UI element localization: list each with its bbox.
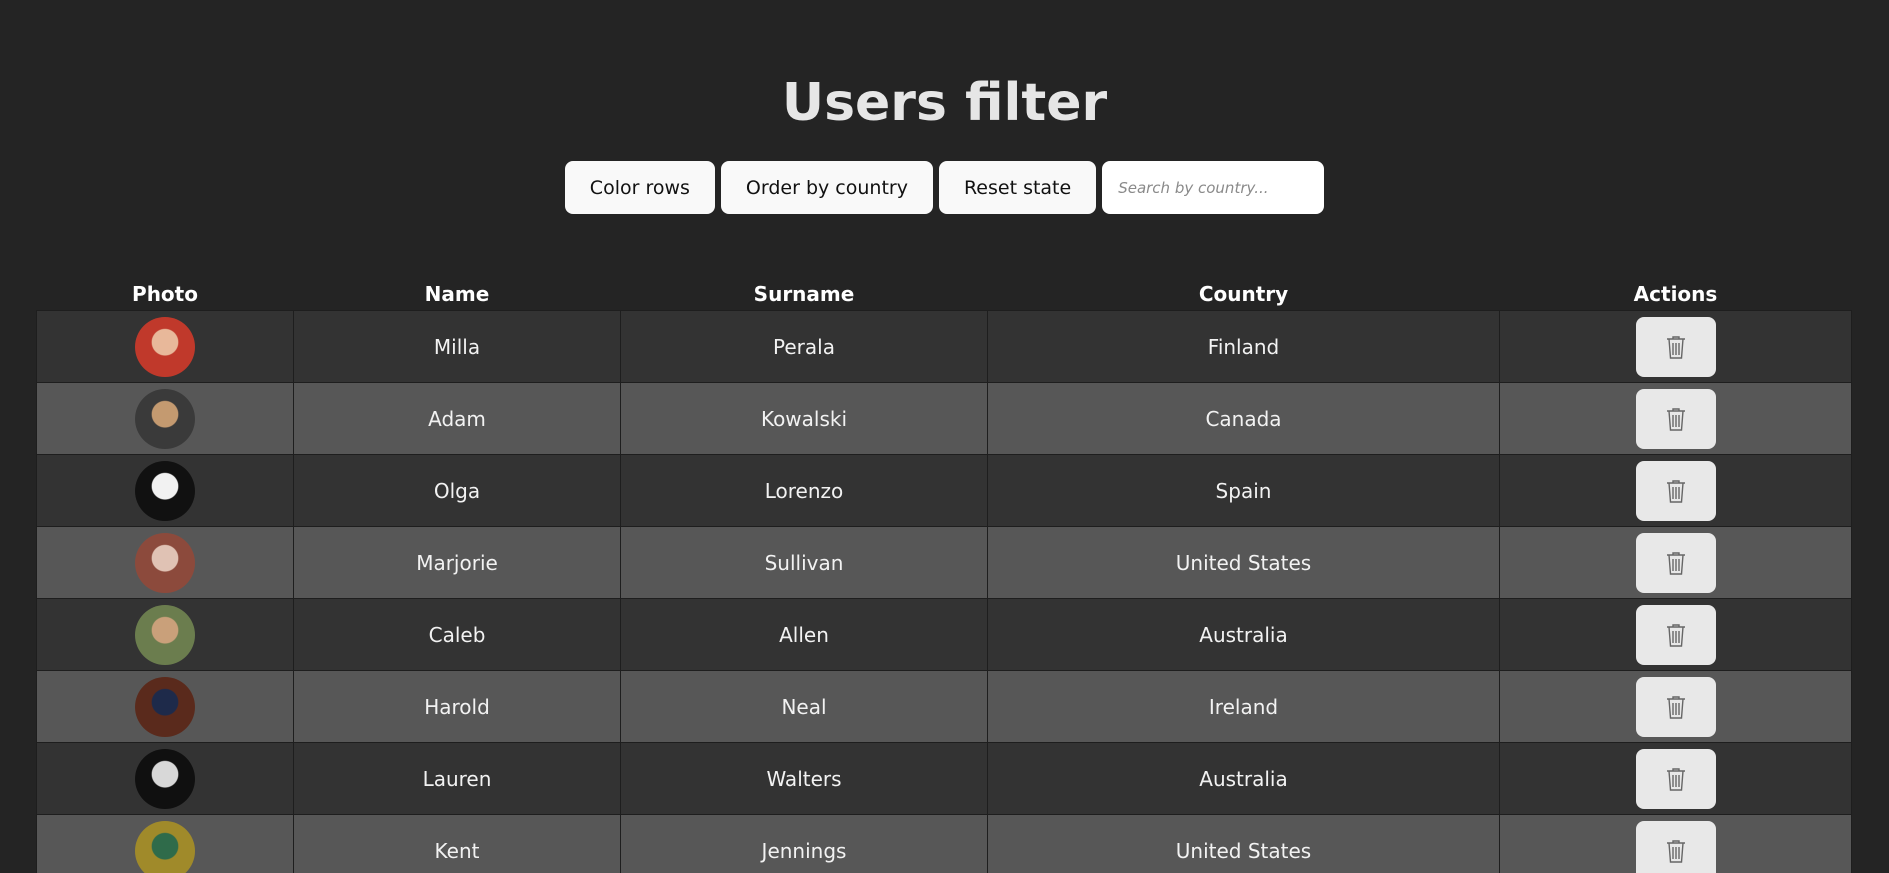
cell-actions <box>1499 598 1852 671</box>
delete-button[interactable] <box>1635 460 1716 521</box>
cell-country: United States <box>987 814 1500 873</box>
trash-icon <box>1665 622 1687 648</box>
cell-country: United States <box>987 526 1500 599</box>
color-rows-button[interactable]: Color rows <box>564 161 715 214</box>
delete-button[interactable] <box>1635 820 1716 873</box>
cell-name: Lauren <box>293 742 621 815</box>
cell-name: Milla <box>293 310 621 383</box>
users-table: Photo Name Surname Country Actions Milla… <box>36 278 1852 873</box>
cell-name: Caleb <box>293 598 621 671</box>
table-row: Kent Jennings United States <box>36 814 1852 873</box>
delete-button[interactable] <box>1635 388 1716 449</box>
cell-photo <box>36 742 294 815</box>
trash-icon <box>1665 334 1687 360</box>
delete-button[interactable] <box>1635 676 1716 737</box>
trash-icon <box>1665 550 1687 576</box>
delete-button[interactable] <box>1635 316 1716 377</box>
column-header-actions: Actions <box>1633 282 1718 306</box>
column-header-name: Name <box>424 282 490 306</box>
cell-surname: Lorenzo <box>620 454 988 527</box>
delete-button[interactable] <box>1635 604 1716 665</box>
cell-photo <box>36 454 294 527</box>
cell-country: Australia <box>987 742 1500 815</box>
cell-name: Harold <box>293 670 621 743</box>
cell-surname: Jennings <box>620 814 988 873</box>
cell-actions <box>1499 382 1852 455</box>
cell-actions <box>1499 310 1852 383</box>
cell-photo <box>36 310 294 383</box>
cell-actions <box>1499 526 1852 599</box>
cell-country: Canada <box>987 382 1500 455</box>
cell-actions <box>1499 742 1852 815</box>
table-row: Lauren Walters Australia <box>36 742 1852 815</box>
cell-photo <box>36 598 294 671</box>
cell-surname: Sullivan <box>620 526 988 599</box>
cell-surname: Neal <box>620 670 988 743</box>
column-header-country: Country <box>1198 282 1289 306</box>
cell-country: Australia <box>987 598 1500 671</box>
table-row: Milla Perala Finland <box>36 310 1852 383</box>
page-title: Users filter <box>781 73 1108 133</box>
order-by-country-button[interactable]: Order by country <box>720 161 933 214</box>
cell-surname: Allen <box>620 598 988 671</box>
table-row: Adam Kowalski Canada <box>36 382 1852 455</box>
cell-photo <box>36 814 294 873</box>
cell-photo <box>36 382 294 455</box>
reset-state-button[interactable]: Reset state <box>938 161 1097 214</box>
avatar <box>135 388 195 449</box>
avatar <box>135 460 195 521</box>
cell-country: Finland <box>987 310 1500 383</box>
cell-actions <box>1499 670 1852 743</box>
avatar <box>135 532 195 593</box>
delete-button[interactable] <box>1635 748 1716 809</box>
column-header-surname: Surname <box>753 282 855 306</box>
table-header-row: Photo Name Surname Country Actions <box>37 278 1852 311</box>
table-row: Harold Neal Ireland <box>36 670 1852 743</box>
cell-surname: Walters <box>620 742 988 815</box>
cell-name: Marjorie <box>293 526 621 599</box>
cell-surname: Kowalski <box>620 382 988 455</box>
trash-icon <box>1665 766 1687 792</box>
table-row: Caleb Allen Australia <box>36 598 1852 671</box>
avatar <box>135 820 195 873</box>
delete-button[interactable] <box>1635 532 1716 593</box>
avatar <box>135 748 195 809</box>
trash-icon <box>1665 478 1687 504</box>
cell-name: Adam <box>293 382 621 455</box>
toolbar: Color rows Order by country Reset state <box>0 161 1889 214</box>
table-row: Olga Lorenzo Spain <box>36 454 1852 527</box>
cell-surname: Perala <box>620 310 988 383</box>
cell-actions <box>1499 454 1852 527</box>
cell-name: Olga <box>293 454 621 527</box>
cell-actions <box>1499 814 1852 873</box>
avatar <box>135 316 195 377</box>
cell-photo <box>36 526 294 599</box>
search-input[interactable] <box>1102 161 1325 214</box>
cell-country: Spain <box>987 454 1500 527</box>
table-row: Marjorie Sullivan United States <box>36 526 1852 599</box>
cell-country: Ireland <box>987 670 1500 743</box>
cell-name: Kent <box>293 814 621 873</box>
avatar <box>135 676 195 737</box>
trash-icon <box>1665 694 1687 720</box>
column-header-photo: Photo <box>132 282 198 306</box>
trash-icon <box>1665 406 1687 432</box>
avatar <box>135 604 195 665</box>
cell-photo <box>36 670 294 743</box>
table-body: Milla Perala Finland Adam Kowalski Canada Olga… <box>36 310 1852 873</box>
page: Users filter Color rows Order by country… <box>0 0 1889 873</box>
trash-icon <box>1665 838 1687 864</box>
